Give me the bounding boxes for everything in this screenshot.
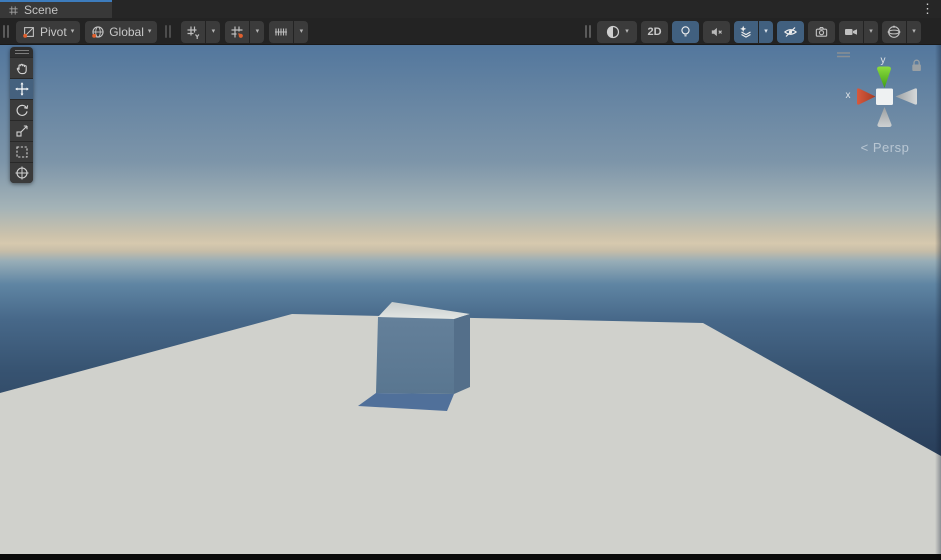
chevron-down-icon: ▾: [147, 28, 152, 35]
persp-arrow: <: [860, 140, 869, 155]
rect-tool-button[interactable]: [10, 141, 33, 162]
camera-view-dropdown[interactable]: ▾: [864, 20, 878, 43]
snap-grid-icon: [231, 26, 244, 38]
chevron-down-icon: ▾: [70, 28, 75, 35]
snap-increment-dropdown[interactable]: ▾: [250, 20, 265, 43]
persp-label: Persp: [872, 140, 910, 155]
grid-visibility-group: ▾: [181, 20, 221, 43]
scene-lighting-toggle[interactable]: [672, 20, 699, 43]
scene-visibility-toggle[interactable]: [777, 20, 804, 43]
gizmo-neg-x-axis[interactable]: [895, 88, 918, 105]
snap-move-button[interactable]: [269, 20, 294, 43]
chevron-down-icon: ▾: [912, 28, 916, 35]
hand-icon: [16, 63, 27, 75]
gizmo-y-axis[interactable]: [877, 66, 891, 89]
scale-tool-button[interactable]: [10, 120, 33, 141]
toolbar-right-group: ▾ 2D ▾ ▾ ▾: [585, 18, 921, 45]
gizmos-button[interactable]: [882, 20, 906, 43]
rotate-icon: [16, 104, 28, 116]
transform-tool-button[interactable]: [10, 162, 33, 183]
scene-audio-toggle[interactable]: [703, 20, 730, 43]
pivot-dropdown[interactable]: Pivot ▾: [16, 20, 81, 43]
gizmos-sphere-icon: [887, 25, 901, 38]
snap-increment-group: ▾: [225, 20, 265, 43]
scene-toolbar: Pivot ▾ Global ▾ ▾ ▾ ▾ ▾ 2D ▾ ▾ ▾: [0, 18, 941, 45]
lock-icon[interactable]: [912, 59, 921, 71]
gizmo-x-axis[interactable]: [857, 88, 876, 105]
camera-view-group: ▾: [839, 20, 878, 43]
effects-toggle[interactable]: [734, 20, 758, 43]
snap-move-group: ▾: [269, 20, 309, 43]
rect-icon: [15, 146, 28, 158]
view-tool-button[interactable]: [10, 57, 33, 78]
tools-overlay: [10, 47, 33, 183]
tab-scene[interactable]: Scene: [0, 0, 112, 18]
light-bulb-icon: [681, 25, 690, 36]
chevron-down-icon: ▾: [211, 28, 216, 35]
cube-right-face: [454, 314, 470, 394]
2d-label: 2D: [647, 25, 662, 38]
chevron-down-icon: ▾: [625, 28, 629, 35]
toolbar-left-group: Pivot ▾ Global ▾ ▾ ▾ ▾: [3, 18, 309, 45]
snap-move-dropdown[interactable]: ▾: [294, 20, 309, 43]
toolbar-separator: [165, 25, 173, 38]
gizmo-x-label: x: [846, 90, 851, 101]
camera-view-button[interactable]: [839, 20, 863, 43]
video-camera-icon: [845, 28, 857, 35]
gizmo-y-label: y: [881, 55, 886, 66]
effects-group: ▾: [734, 20, 773, 43]
gizmos-group: ▾: [882, 20, 921, 43]
scene-render: [0, 45, 941, 554]
unity-scene-window: Scene ⋮ Pivot ▾ Global ▾ ▾ ▾ ▾ ▾ 2D ▾ ▾ …: [0, 0, 941, 560]
grid-visibility-button[interactable]: [181, 20, 206, 43]
chevron-down-icon: ▾: [255, 28, 260, 35]
camera-icon: [815, 26, 828, 37]
cube-front-face: [376, 317, 454, 394]
window-bottom-edge: [0, 554, 941, 560]
grid-y-icon: [187, 26, 200, 39]
2d-toggle[interactable]: 2D: [641, 20, 668, 43]
tab-scene-label: Scene: [24, 3, 59, 17]
global-dropdown[interactable]: Global ▾: [85, 20, 158, 43]
pivot-label: Pivot: [40, 24, 67, 39]
projection-toggle[interactable]: < Persp: [825, 140, 941, 155]
grid-visibility-dropdown[interactable]: ▾: [206, 20, 221, 43]
gizmo-center-cube[interactable]: [876, 88, 893, 106]
effects-sparkle-icon: [740, 25, 751, 38]
scene-viewport[interactable]: y x < Persp: [0, 45, 941, 554]
tools-overlay-handle[interactable]: [10, 47, 33, 57]
tab-bar: Scene ⋮: [0, 0, 941, 18]
transform-icon: [15, 166, 28, 180]
move-tool-button[interactable]: [10, 78, 33, 99]
rotate-tool-button[interactable]: [10, 99, 33, 120]
scene-grid-icon: [9, 5, 18, 15]
audio-muted-icon: [711, 27, 722, 36]
ruler-icon: [275, 28, 288, 35]
shaded-sphere-icon: [607, 25, 620, 38]
globe-icon: [92, 25, 104, 38]
gizmo-neg-y-axis[interactable]: [877, 107, 892, 127]
chevron-down-icon: ▾: [299, 28, 304, 35]
toolbar-drag-handle[interactable]: [585, 25, 593, 38]
gizmos-dropdown[interactable]: ▾: [907, 20, 921, 43]
global-label: Global: [109, 24, 144, 39]
toolbar-drag-handle[interactable]: [3, 25, 11, 38]
gizmo-overlay-handle[interactable]: [837, 52, 850, 58]
orientation-gizmo-overlay: y x < Persp: [825, 48, 941, 163]
eye-slash-icon: [783, 26, 798, 37]
shading-mode-dropdown[interactable]: ▾: [597, 20, 637, 43]
move-icon: [14, 82, 29, 96]
scene-camera-button[interactable]: [808, 20, 835, 43]
effects-dropdown[interactable]: ▾: [759, 20, 773, 43]
window-menu-icon[interactable]: ⋮: [921, 1, 934, 17]
chevron-down-icon: ▾: [869, 28, 873, 35]
snap-increment-button[interactable]: [225, 20, 250, 43]
pivot-icon: [23, 26, 34, 38]
chevron-down-icon: ▾: [764, 28, 768, 35]
scale-icon: [15, 125, 28, 137]
cube[interactable]: [376, 302, 470, 394]
